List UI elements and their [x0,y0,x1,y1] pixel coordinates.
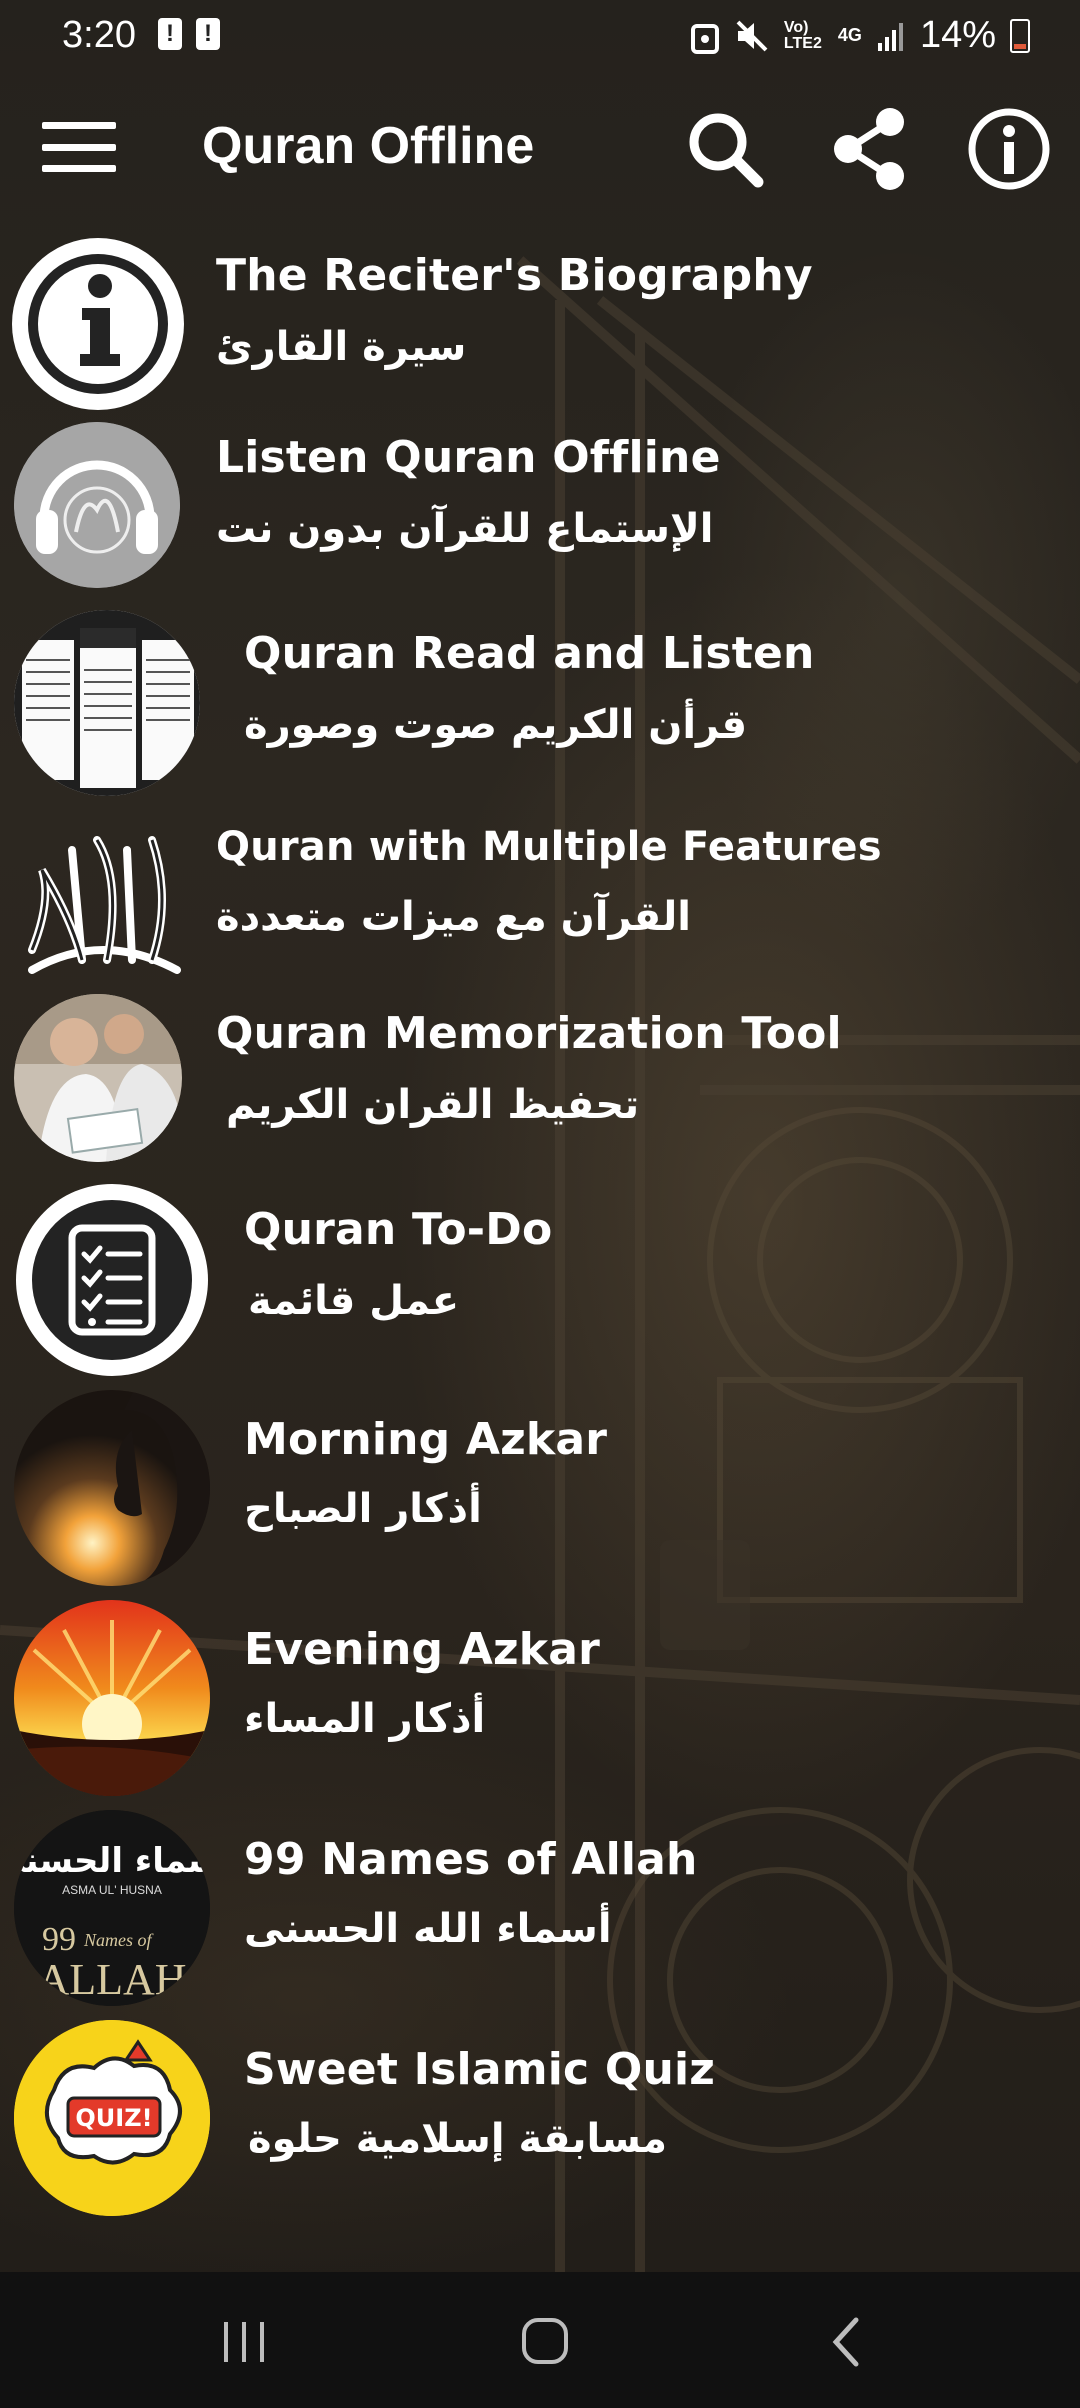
quiz-label: QUIZ! [75,2104,152,2132]
status-bar: 3:20 ! ! Vo) LTE2 4G 14% [0,0,1080,72]
item-title: Quran Read and Listen [244,628,815,679]
search-button[interactable] [680,104,770,194]
status-time: 3:20 [62,14,136,56]
item-title: Evening Azkar [244,1624,601,1675]
item-title: Quran Memorization Tool [216,1008,842,1059]
share-icon [834,108,904,190]
list-item-reciter-biography[interactable]: The Reciter's Biography سيرة القارئ [0,238,1080,410]
list-item-islamic-quiz[interactable]: QUIZ! Sweet Islamic Quiz مسابقة إسلامية … [0,2020,1080,2216]
status-right-icons: Vo) LTE2 4G 14% [690,14,1030,57]
list-item-quran-memorization[interactable]: Quran Memorization Tool تحفيظ القران الك… [0,994,1080,1166]
back-icon[interactable] [826,2316,866,2368]
notification-alert-icon: ! [196,18,220,50]
notification-alert-icon: ! [158,18,182,50]
share-button[interactable] [824,104,914,194]
network-type: 4G [837,25,862,45]
quiz-icon: QUIZ! [14,2020,210,2216]
item-arabic-title: أذكار الصباح [244,1486,482,1532]
signal-icon [877,22,903,51]
asma-allah: ALLAH [37,1955,186,2004]
item-arabic-title: تحفيظ القران الكريم [226,1082,640,1128]
checklist-icon [16,1184,208,1376]
item-title: 99 Names of Allah [244,1834,698,1885]
app-title: Quran Offline [202,117,535,175]
battery-percent: 14% [919,14,996,56]
mute-icon [736,20,768,51]
list-item-quran-multiple-features[interactable]: Quran with Multiple Features القرآن مع م… [0,810,1080,982]
item-arabic-title: أسماء الله الحسنى [244,1906,612,1952]
asma-arabic: اسماء الحسنى [14,1841,210,1881]
item-arabic-title: سيرة القارئ [216,324,467,370]
menu-icon-line [42,143,116,151]
asma-names-of: Names of [83,1930,154,1950]
item-arabic-title: القرآن مع ميزات متعددة [216,894,691,940]
battery-icon [1010,18,1030,53]
list-item-evening-azkar[interactable]: Evening Azkar أذكار المساء [0,1600,1080,1796]
menu-button[interactable] [42,122,116,172]
sunset-icon [14,1600,210,1796]
item-title: Quran with Multiple Features [216,824,882,870]
cast-icon [690,23,719,54]
network-label: Vo) LTE2 [783,18,822,52]
asma-ul-husna-icon: اسماء الحسنى ASMA UL' HUSNA 99 Names of … [14,1810,210,2006]
headphones-quran-icon [14,422,180,588]
asma-number: 99 [42,1921,76,1958]
list-item-quran-read-listen[interactable]: Quran Read and Listen قرأن الكريم صوت وص… [0,604,1080,796]
children-reading-icon [14,994,182,1162]
praying-silhouette-icon [14,1390,210,1586]
quran-calligraphy-icon [12,810,184,982]
info-icon [968,108,1050,190]
item-title: Morning Azkar [244,1414,608,1465]
item-arabic-title: الإستماع للقرآن بدون نت [216,506,714,552]
quran-pages-icon [14,610,200,796]
list-item-99-names[interactable]: اسماء الحسنى ASMA UL' HUSNA 99 Names of … [0,1810,1080,2006]
item-arabic-title: مسابقة إسلامية حلوة [248,2116,668,2162]
item-title: Sweet Islamic Quiz [244,2044,716,2095]
app-bar: Quran Offline [0,84,1080,212]
item-arabic-title: أذكار المساء [244,1696,486,1742]
item-arabic-title: عمل قائمة [248,1278,460,1324]
search-icon [689,113,764,188]
home-icon[interactable] [520,2316,570,2368]
info-circle-icon [12,238,184,410]
info-button[interactable] [964,104,1054,194]
list-item-quran-todo[interactable]: Quran To-Do عمل قائمة [0,1180,1080,1376]
asma-subtitle: ASMA UL' HUSNA [62,1883,162,1897]
menu-icon-line [42,165,116,172]
item-title: Listen Quran Offline [216,432,721,483]
item-arabic-title: قرأن الكريم صوت وصورة [244,702,748,748]
recents-icon[interactable] [220,2318,270,2368]
item-title: The Reciter's Biography [216,250,813,301]
item-title: Quran To-Do [244,1204,553,1255]
list-item-listen-quran-offline[interactable]: Listen Quran Offline الإستماع للقرآن بدو… [0,420,1080,590]
menu-icon-line [42,122,116,129]
system-navigation-bar [0,2272,1080,2408]
notification-icons: ! ! [158,18,220,50]
list-item-morning-azkar[interactable]: Morning Azkar أذكار الصباح [0,1390,1080,1586]
